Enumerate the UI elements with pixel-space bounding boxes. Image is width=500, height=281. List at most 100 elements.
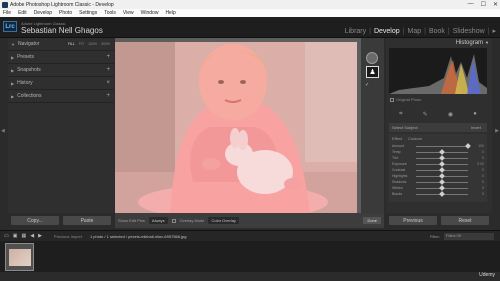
previous-arrow-icon[interactable]: ◀ (30, 233, 34, 239)
slider-track[interactable] (416, 143, 471, 149)
menu-help[interactable]: Help (165, 10, 175, 16)
slider-track[interactable] (416, 155, 468, 161)
module-develop[interactable]: Develop (374, 28, 400, 35)
slider-knob[interactable] (439, 173, 445, 179)
slider-track[interactable] (416, 179, 468, 185)
add-collection-icon[interactable]: + (106, 93, 110, 99)
add-preset-icon[interactable]: + (106, 54, 110, 60)
slider-track[interactable] (416, 167, 468, 173)
menu-view[interactable]: View (123, 10, 134, 16)
slider-value[interactable]: 0 (482, 186, 484, 190)
subject-mask-thumbnail-icon[interactable]: ♟ (366, 66, 379, 78)
snapshots-header[interactable]: ▶ Snapshots + (8, 64, 114, 77)
slider-value[interactable]: 0.00 (477, 162, 484, 166)
slider-value[interactable]: 0 (482, 168, 484, 172)
filmstrip-bar: ▭ ▣ ▦ ◀ ▶ Previous Import 1 photo / 1 se… (0, 230, 500, 241)
menu-tools[interactable]: Tools (104, 10, 116, 16)
close-icon[interactable]: ✕ (493, 1, 498, 8)
main-window-icon[interactable]: ▭ (4, 233, 9, 239)
module-library[interactable]: Library (345, 28, 366, 35)
mask-checkmark-icon[interactable]: ✓ (365, 82, 369, 88)
slider-value[interactable]: 0 (482, 174, 484, 178)
menu-edit[interactable]: Edit (18, 10, 27, 16)
maximize-icon[interactable]: ☐ (481, 1, 486, 8)
slider-track[interactable] (416, 173, 468, 179)
invert-label[interactable]: Invert (471, 125, 481, 130)
grid-view-icon[interactable]: ▦ (21, 233, 26, 239)
slider-track[interactable] (416, 191, 468, 197)
slider-value[interactable]: 0 (482, 192, 484, 196)
slider-knob[interactable] (439, 167, 445, 173)
minimize-icon[interactable]: — (468, 1, 474, 8)
select-subject-label: Select Subject (392, 125, 418, 130)
slider-track[interactable] (416, 185, 468, 191)
slider-knob[interactable] (439, 191, 445, 197)
histogram-header[interactable]: Histogram ▼ (386, 38, 492, 47)
menu-develop[interactable]: Develop (34, 10, 52, 16)
overlay-mode-select[interactable]: Color Overlay (208, 217, 239, 224)
develop-tool-icons: ⌗ ✎ ◉ ● (389, 108, 487, 120)
history-header[interactable]: ▶ History × (8, 77, 114, 90)
slider-knob[interactable] (439, 149, 445, 155)
filmstrip-source[interactable]: Previous Import (54, 234, 82, 239)
original-photo-toggle[interactable]: Original Photo (390, 97, 421, 102)
slider-knob[interactable] (439, 179, 445, 185)
filmstrip-thumbnail[interactable] (5, 243, 34, 271)
copy-settings-button[interactable]: Copy... (11, 216, 59, 225)
overlay-mode-checkbox[interactable] (171, 218, 176, 223)
expand-triangle-icon: ▶ (11, 93, 15, 99)
previous-button[interactable]: Previous (389, 216, 437, 225)
second-window-icon[interactable]: ▣ (13, 233, 18, 239)
add-mask-icon[interactable] (366, 52, 378, 64)
original-photo-checkbox[interactable] (390, 97, 394, 102)
slider-track[interactable] (416, 161, 468, 167)
zoom-fill[interactable]: FILL (68, 42, 75, 46)
paste-settings-button[interactable]: Paste (63, 216, 111, 225)
done-button[interactable]: Done (363, 217, 381, 224)
redeye-icon[interactable]: ◉ (448, 111, 453, 118)
slider-track[interactable] (416, 149, 468, 155)
right-panel-toggle-icon[interactable]: ▶ (495, 128, 499, 134)
healing-icon[interactable]: ✎ (423, 111, 428, 118)
menu-file[interactable]: File (3, 10, 11, 16)
left-panel-toggle-icon[interactable]: ◀ (1, 128, 5, 134)
effect-label: Effect (392, 136, 403, 141)
clear-history-icon[interactable]: × (106, 80, 110, 86)
menu-photo[interactable]: Photo (59, 10, 72, 16)
zoom-100[interactable]: 100% (88, 42, 97, 46)
module-slideshow[interactable]: Slideshow (453, 28, 485, 35)
mask-name-bar[interactable]: Select Subject Invert (389, 123, 487, 132)
slider-blacks[interactable]: Blacks 0 (389, 191, 487, 197)
add-snapshot-icon[interactable]: + (106, 67, 110, 73)
menu-window[interactable]: Window (141, 10, 159, 16)
main-photo-with-mask-overlay[interactable] (115, 42, 357, 213)
module-book[interactable]: Book (429, 28, 445, 35)
slider-value[interactable]: 0 (482, 156, 484, 160)
menu-settings[interactable]: Settings (79, 10, 97, 16)
crop-icon[interactable]: ⌗ (399, 111, 402, 118)
slider-value[interactable]: 100 (478, 144, 484, 148)
slider-knob[interactable] (439, 161, 445, 167)
slider-knob[interactable] (439, 185, 445, 191)
slider-knob[interactable] (439, 155, 445, 161)
collections-header[interactable]: ▶ Collections + (8, 90, 114, 103)
slider-value[interactable]: 0 (482, 180, 484, 184)
masking-icon[interactable]: ● (473, 111, 477, 117)
module-map[interactable]: Map (407, 28, 421, 35)
navigator-header[interactable]: ▼ Navigator FILL FIT 100% 300% (8, 38, 114, 51)
slider-knob[interactable] (465, 143, 471, 149)
slider-value[interactable]: 0 (482, 150, 484, 154)
zoom-300[interactable]: 300% (101, 42, 110, 46)
module-more-icon[interactable]: ▸ (492, 27, 496, 35)
slider-label: Whites (392, 186, 403, 190)
zoom-fit[interactable]: FIT (79, 42, 84, 46)
slider-label: Shadows (392, 180, 407, 184)
filter-select[interactable]: Filters Off (444, 232, 494, 240)
presets-header[interactable]: ▶ Presets + (8, 51, 114, 64)
show-edit-pins-select[interactable]: Always (148, 217, 168, 224)
photo-canvas: ♟ ✓ (115, 38, 384, 213)
reset-button[interactable]: Reset (441, 216, 489, 225)
effect-preset-select[interactable]: Custom (408, 136, 422, 141)
module-separator: | (447, 27, 450, 35)
next-arrow-icon[interactable]: ▶ (38, 233, 42, 239)
